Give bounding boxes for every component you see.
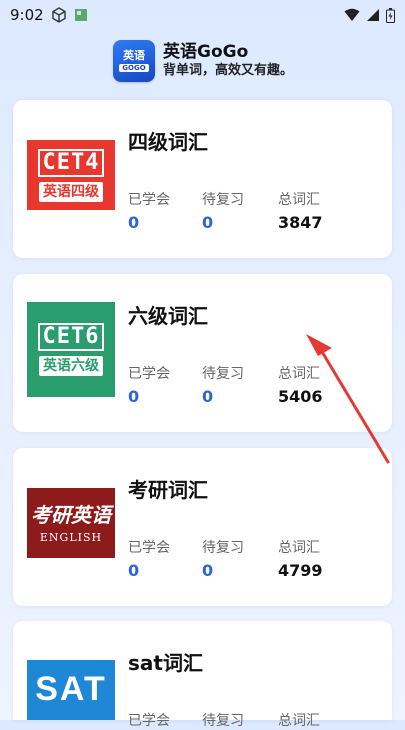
review-label: 待复习 [202,713,244,729]
review-count: 0 [202,213,214,232]
learned-count: 0 [128,387,140,406]
wifi-icon [344,8,360,21]
card-title: 六级词汇 [128,304,208,328]
learned-label: 已学会 [128,540,170,556]
app-title: 英语GoGo [163,42,249,62]
learned-label: 已学会 [128,366,170,382]
learned-label: 已学会 [128,713,170,729]
cover-cet4: CET4 英语四级 [27,140,115,210]
total-count: 3847 [278,213,323,232]
wordbook-card-kaoyan[interactable]: 考研英语 ENGLISH 考研词汇 已学会 待复习 总词汇 0 0 4799 [13,448,392,606]
app-header-text: 英语GoGo 背单词，高效又有趣。 [163,42,293,80]
learned-label: 已学会 [128,192,170,208]
signal-icon [367,9,379,21]
learned-count: 0 [128,213,140,232]
review-label: 待复习 [202,366,244,382]
status-time: 9:02 [10,6,44,24]
wordbook-card-cet6[interactable]: CET6 英语六级 六级词汇 已学会 待复习 总词汇 0 0 5406 [13,274,392,432]
status-bar: 9:02 [0,0,405,30]
total-count: 4799 [278,561,323,580]
review-label: 待复习 [202,192,244,208]
total-label: 总词汇 [278,366,320,382]
cover-kaoyan: 考研英语 ENGLISH [27,488,115,558]
review-count: 0 [202,387,214,406]
cover-cet6: CET6 英语六级 [27,302,115,397]
cube-icon [51,7,66,23]
review-label: 待复习 [202,540,244,556]
review-count: 0 [202,561,214,580]
total-label: 总词汇 [278,192,320,208]
wordbook-card-cet4[interactable]: CET4 英语四级 四级词汇 已学会 待复习 总词汇 0 0 3847 [13,100,392,258]
card-title: 考研词汇 [128,478,208,502]
learned-count: 0 [128,561,140,580]
card-title: 四级词汇 [128,130,208,154]
total-count: 5406 [278,387,323,406]
cover-sat: SAT [27,660,115,720]
app-logo: 英语 GOGO [113,40,155,82]
wordbook-card-sat[interactable]: SAT sat词汇 已学会 待复习 总词汇 [13,621,392,729]
battery-icon [386,7,395,23]
total-label: 总词汇 [278,713,320,729]
app-subtitle: 背单词，高效又有趣。 [163,63,294,78]
total-label: 总词汇 [278,540,320,556]
card-title: sat词汇 [128,651,203,675]
app-header: 英语 GOGO 英语GoGo 背单词，高效又有趣。 [113,38,293,84]
image-icon [74,9,87,21]
